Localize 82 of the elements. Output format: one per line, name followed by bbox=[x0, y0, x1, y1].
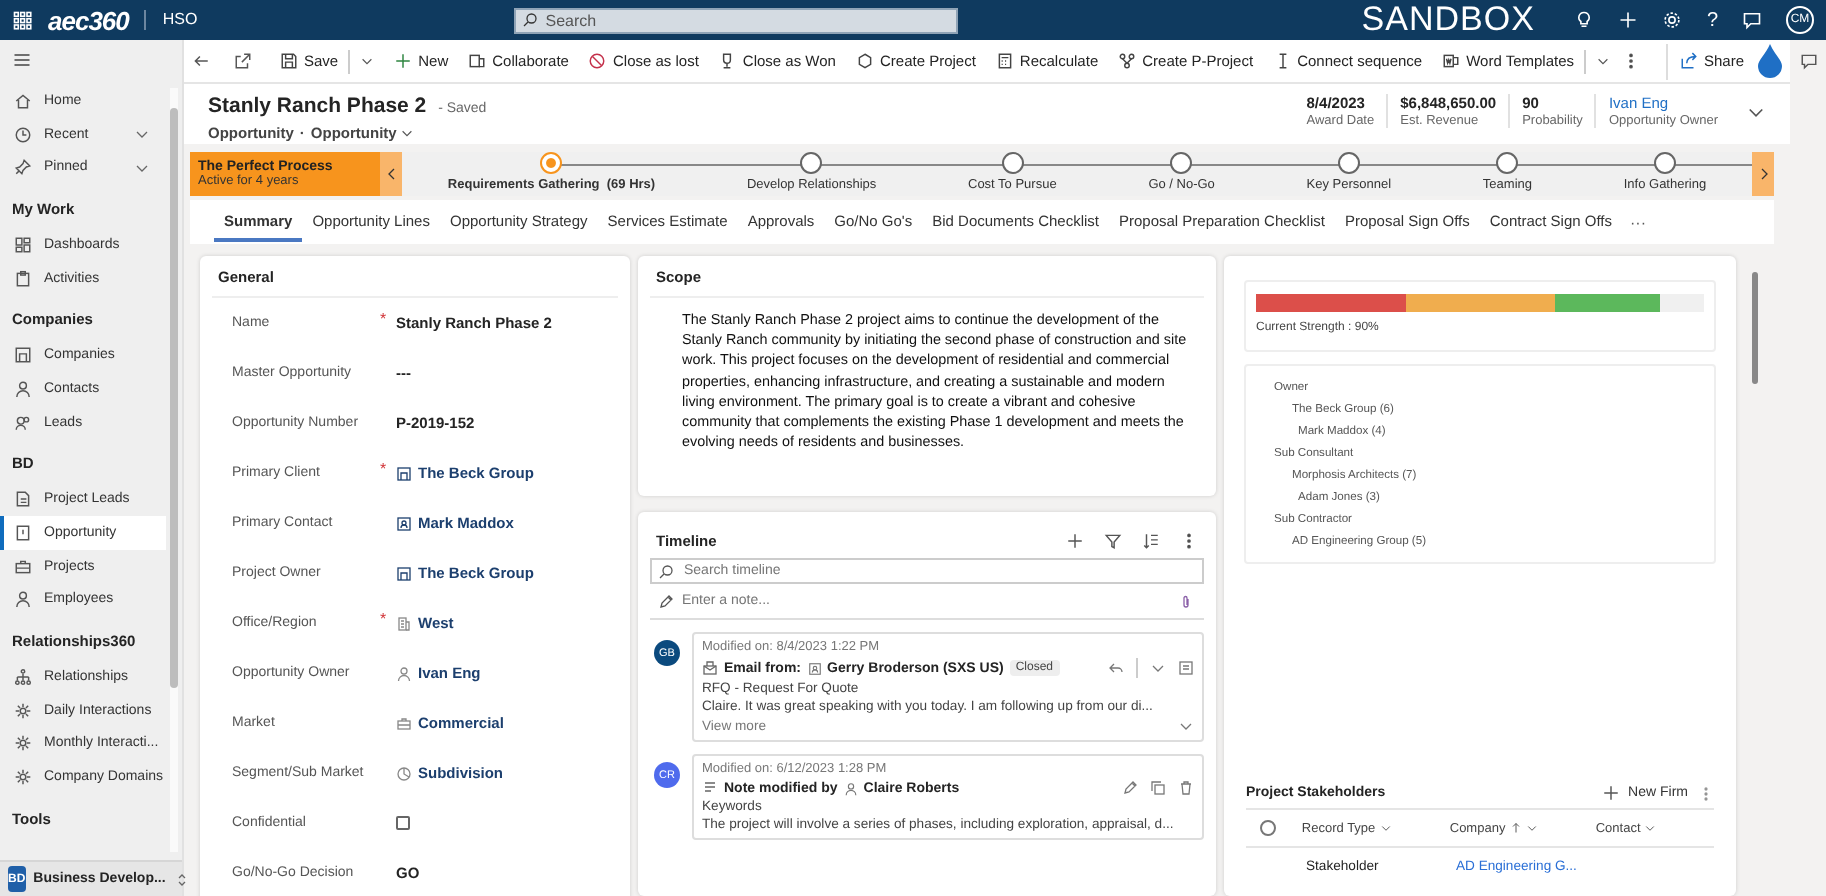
copy-icon[interactable] bbox=[1150, 780, 1166, 796]
chevron-icon bbox=[1525, 822, 1538, 834]
calculator-icon bbox=[995, 52, 1014, 70]
logo-text: aec360 bbox=[48, 5, 129, 35]
add-icon bbox=[394, 52, 413, 70]
chat-icon[interactable] bbox=[1799, 52, 1817, 70]
word-icon bbox=[1442, 52, 1461, 70]
building-icon bbox=[396, 615, 412, 631]
nodes-icon bbox=[1118, 52, 1137, 70]
person-icon bbox=[14, 379, 32, 398]
lightbulb-icon[interactable] bbox=[1574, 10, 1595, 30]
clipboard-icon bbox=[14, 269, 32, 288]
delete-icon[interactable] bbox=[1178, 780, 1194, 796]
hexagon-icon bbox=[855, 52, 874, 70]
reply-icon[interactable] bbox=[1108, 660, 1124, 676]
briefcase-icon bbox=[396, 715, 412, 731]
envelope-icon bbox=[702, 660, 718, 676]
people-icon bbox=[14, 413, 32, 432]
hierarchy-icon bbox=[14, 668, 32, 687]
menu-icon[interactable] bbox=[12, 50, 32, 70]
edit-icon[interactable] bbox=[1122, 780, 1138, 796]
chevron-icon bbox=[1596, 54, 1611, 68]
chevron-icon bbox=[400, 126, 415, 140]
save-icon bbox=[280, 52, 298, 70]
filter-icon[interactable] bbox=[1104, 532, 1122, 550]
environment-label: SANDBOX bbox=[1361, 0, 1535, 40]
add-icon bbox=[1602, 784, 1621, 802]
chevron-icon bbox=[360, 54, 375, 68]
chevron-icon[interactable] bbox=[1178, 718, 1194, 734]
updown-icon bbox=[173, 871, 190, 887]
checkbox[interactable] bbox=[396, 816, 410, 830]
sort-icon[interactable] bbox=[1142, 532, 1160, 550]
open-record-icon[interactable] bbox=[1178, 660, 1194, 676]
note-icon bbox=[702, 780, 718, 796]
cog-icon bbox=[14, 701, 32, 720]
record-title: Stanly Ranch Phase 2 bbox=[208, 94, 427, 118]
document-icon bbox=[468, 52, 487, 70]
required-mark: * bbox=[380, 462, 387, 478]
required-mark: * bbox=[380, 612, 387, 628]
chevron-icon bbox=[1379, 822, 1392, 834]
app-launcher-icon[interactable] bbox=[12, 10, 32, 30]
chevron-left-icon bbox=[383, 166, 399, 182]
settings-icon[interactable] bbox=[1662, 10, 1683, 30]
more-tabs-button[interactable]: ··· bbox=[1622, 213, 1655, 231]
card-icon bbox=[14, 524, 32, 543]
sort-arrow-icon bbox=[1509, 822, 1522, 834]
required-mark: * bbox=[380, 312, 387, 328]
scrollbar-thumb[interactable] bbox=[170, 108, 178, 688]
add-icon[interactable] bbox=[1066, 532, 1084, 550]
scrollbar-thumb[interactable] bbox=[1752, 272, 1758, 384]
person-icon bbox=[843, 781, 858, 795]
cog-icon bbox=[14, 734, 32, 753]
search-field[interactable]: Search bbox=[513, 7, 958, 33]
search-icon bbox=[521, 12, 538, 28]
pie-icon bbox=[396, 765, 412, 781]
account-icon bbox=[396, 465, 412, 481]
cog-icon bbox=[14, 768, 32, 787]
person-icon bbox=[396, 665, 412, 681]
dashboard-icon bbox=[14, 235, 32, 254]
chevron-icon bbox=[1644, 822, 1657, 834]
pencil-icon bbox=[658, 594, 674, 610]
clock-icon bbox=[14, 125, 32, 144]
card-icon bbox=[14, 346, 32, 365]
contact-card-icon bbox=[807, 661, 822, 675]
back-icon[interactable] bbox=[192, 52, 210, 70]
document-icon bbox=[14, 490, 32, 509]
org-name: HSO bbox=[144, 10, 198, 30]
popout-icon[interactable] bbox=[234, 52, 252, 70]
account-icon bbox=[396, 565, 412, 581]
no-entry-icon bbox=[588, 52, 607, 70]
pin-icon bbox=[14, 158, 32, 177]
share-icon bbox=[1679, 52, 1698, 70]
contact-card-icon bbox=[396, 515, 412, 531]
paperclip-icon[interactable] bbox=[1178, 594, 1194, 610]
person-icon bbox=[14, 590, 32, 609]
search-icon bbox=[658, 563, 674, 579]
chevron-icon[interactable] bbox=[1150, 660, 1166, 676]
briefcase-icon bbox=[14, 557, 32, 576]
drop-icon[interactable] bbox=[1756, 44, 1784, 78]
home-icon bbox=[14, 91, 32, 110]
select-all-checkbox[interactable] bbox=[1260, 820, 1276, 836]
help-icon[interactable]: ? bbox=[1706, 9, 1718, 31]
